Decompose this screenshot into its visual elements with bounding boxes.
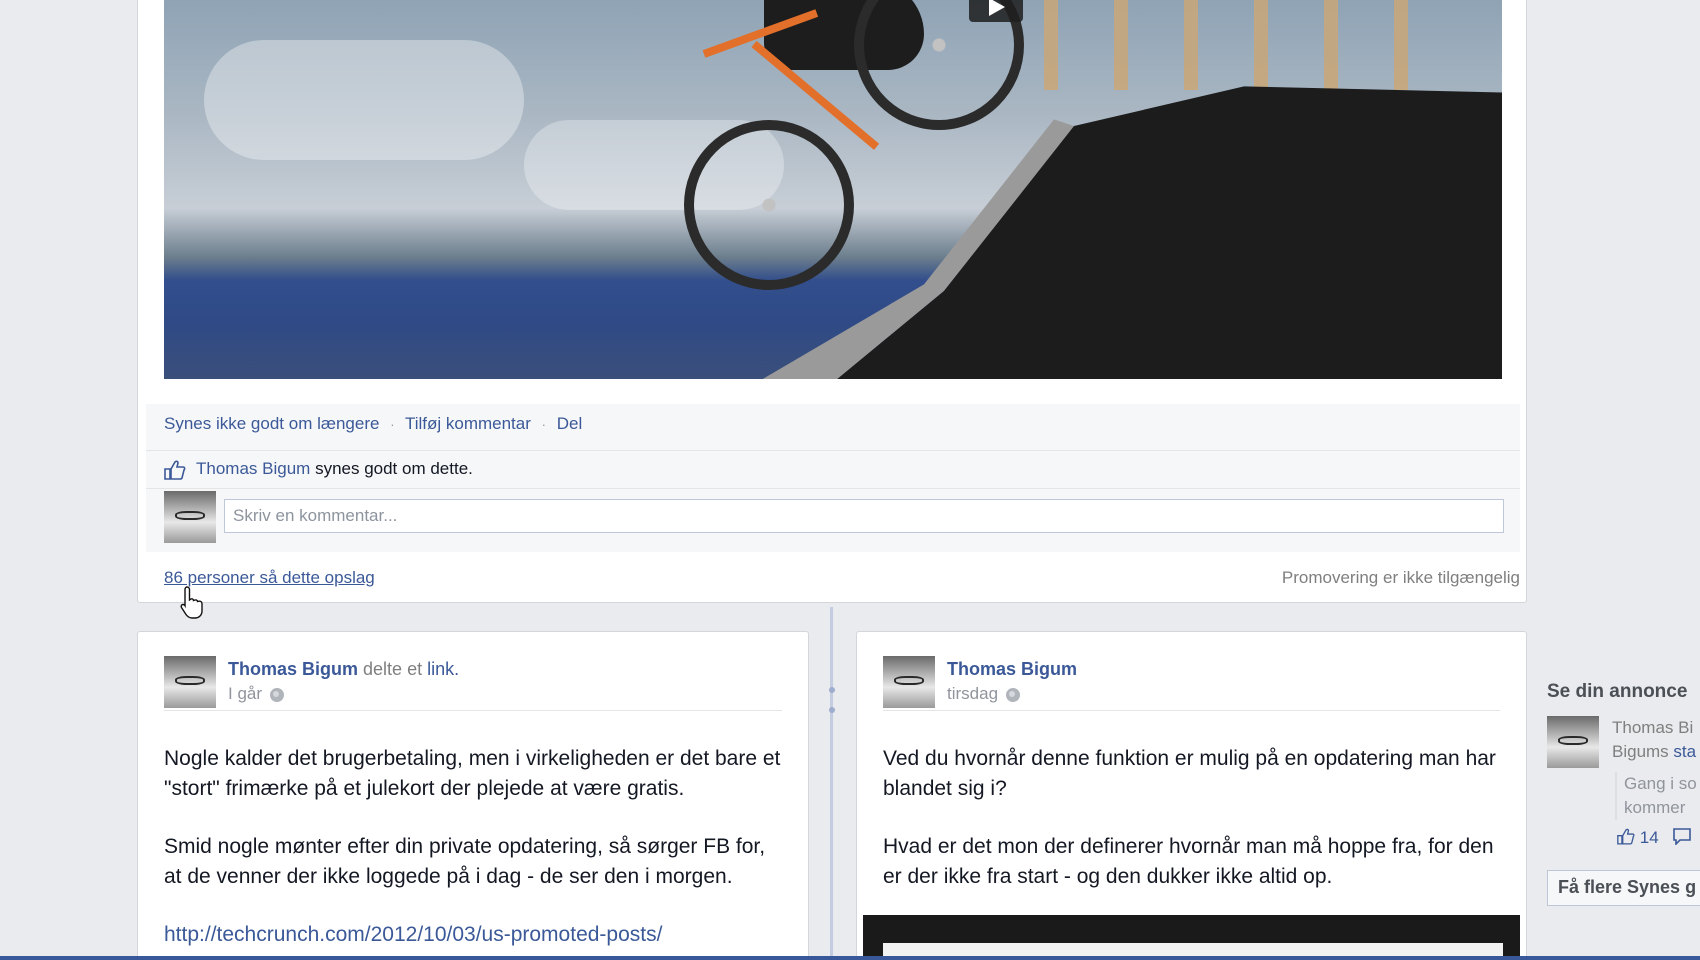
unlike-link[interactable]: Synes ikke godt om længere	[164, 414, 379, 433]
ad-quote-line: kommer	[1624, 798, 1686, 817]
separator: ·	[390, 417, 395, 432]
post-url-link[interactable]: http://techcrunch.com/2012/10/03/us-prom…	[164, 923, 662, 946]
shared-link[interactable]: link.	[427, 659, 459, 679]
get-more-likes-button[interactable]: Få flere Synes g	[1547, 870, 1700, 906]
ad-like-count[interactable]: 14	[1617, 828, 1692, 848]
video-scaffold	[1044, 0, 1424, 90]
globe-icon[interactable]	[270, 687, 285, 702]
avatar[interactable]	[883, 656, 935, 708]
play-icon[interactable]	[969, 0, 1023, 22]
bottom-border	[0, 956, 1700, 960]
ad-author-name[interactable]: Thomas Bi	[1612, 718, 1693, 738]
ad-subtitle: Bigums sta	[1612, 742, 1696, 762]
author-link[interactable]: Thomas Bigum	[947, 659, 1077, 679]
thumbs-up-icon	[1617, 828, 1635, 845]
ad-quote: Gang i so kommer	[1615, 772, 1697, 820]
thumbs-up-icon	[164, 460, 186, 480]
comment-icon	[1673, 828, 1692, 846]
ad-quote-line: Gang i so	[1624, 774, 1697, 793]
ad-subtitle-link[interactable]: sta	[1673, 742, 1696, 761]
post-author-line: Thomas Bigum delte et link.	[228, 659, 459, 680]
avatar[interactable]	[164, 656, 216, 708]
video-ramp	[824, 86, 1502, 379]
post-card-right: Thomas Bigum tirsdag Ved du hvornår denn…	[856, 631, 1527, 960]
globe-icon[interactable]	[1006, 687, 1021, 702]
facebook-timeline-page: Synes ikke godt om længere · Tilføj komm…	[0, 0, 1700, 960]
post-actions-area: Synes ikke godt om længere · Tilføj komm…	[146, 404, 1520, 552]
video-thumbnail[interactable]	[164, 0, 1502, 379]
post-author-line: Thomas Bigum	[947, 659, 1077, 680]
post-paragraph: Ved du hvornår denne funktion er mulig p…	[883, 747, 1496, 800]
hand-cursor-icon	[180, 586, 203, 619]
post-paragraph: Nogle kalder det brugerbetaling, men i v…	[164, 747, 781, 800]
author-link[interactable]: Thomas Bigum	[228, 659, 358, 679]
timeline-dot	[829, 707, 835, 713]
timestamp-link[interactable]: tirsdag	[947, 684, 998, 703]
likes-summary: Thomas Bigum synes godt om dette.	[146, 450, 1520, 487]
post-header: Thomas Bigum tirsdag	[883, 656, 1500, 711]
timeline-spine	[830, 607, 833, 960]
comment-composer	[146, 488, 1520, 549]
avatar[interactable]	[1547, 716, 1599, 768]
liker-name-link[interactable]: Thomas Bigum	[196, 459, 310, 478]
ad-subtitle-prefix: Bigums	[1612, 742, 1669, 761]
post-paragraph: Smid nogle mønter efter din private opda…	[164, 835, 766, 888]
promotion-status: Promovering er ikke tilgængelig	[1281, 568, 1520, 587]
bike-wheel	[684, 120, 854, 290]
shared-prefix: delte et	[363, 659, 423, 679]
add-comment-link[interactable]: Tilføj kommentar	[405, 414, 531, 433]
shared-text: delte et link.	[363, 659, 459, 679]
comment-input[interactable]	[224, 499, 1504, 533]
sidebar-ad-title: Se din annonce	[1547, 681, 1688, 702]
post-body: Ved du hvornår denne funktion er mulig p…	[883, 744, 1502, 920]
post-body: Nogle kalder det brugerbetaling, men i v…	[164, 744, 784, 950]
seen-by-link[interactable]: 86 personer så dette opslag	[164, 568, 375, 588]
post-timestamp: tirsdag	[947, 684, 1021, 704]
video-cloud	[204, 40, 524, 160]
timestamp-link[interactable]: I går	[228, 684, 262, 703]
embedded-screenshot[interactable]	[863, 915, 1520, 960]
post-paragraph: Hvad er det mon der definerer hvornår ma…	[883, 835, 1494, 888]
likes-text: Thomas Bigum synes godt om dette.	[196, 459, 473, 479]
post-action-links: Synes ikke godt om længere · Tilføj komm…	[164, 414, 582, 434]
separator: ·	[541, 417, 546, 432]
post-timestamp: I går	[228, 684, 285, 704]
video-post-card: Synes ikke godt om længere · Tilføj komm…	[137, 0, 1527, 603]
likes-suffix: synes godt om dette.	[315, 459, 473, 478]
avatar[interactable]	[164, 491, 216, 543]
timeline-dot	[829, 687, 835, 693]
post-card-left: Thomas Bigum delte et link. I går Nogle …	[137, 631, 809, 960]
ad-like-count-value: 14	[1639, 828, 1659, 847]
post-header: Thomas Bigum delte et link. I går	[164, 656, 782, 711]
share-link[interactable]: Del	[557, 414, 583, 433]
